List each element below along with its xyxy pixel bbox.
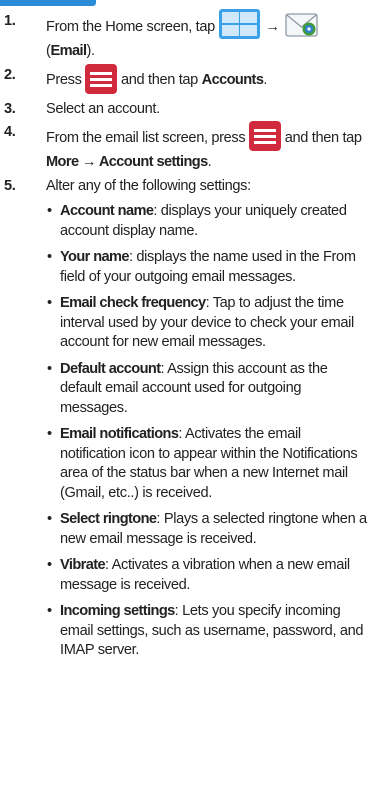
email-envelope-icon (285, 13, 318, 37)
settings-list: Account name: displays your uniquely cre… (46, 202, 369, 661)
list-item: Select ringtone: Plays a selected ringto… (46, 510, 369, 549)
apps-grid-icon (218, 9, 260, 39)
menu-key-icon (249, 121, 282, 151)
step-number: 1. (4, 13, 16, 29)
step-1: 1. From the Home screen, tap → (Email). (0, 9, 377, 62)
list-item: Your name: displays the name used in the… (46, 248, 369, 287)
step-2: 2. Press and then tap Accounts. (0, 63, 377, 96)
account-settings-label: More → Account settings (46, 154, 208, 170)
step-number: 2. (4, 66, 16, 83)
list-item: Account name: displays your uniquely cre… (46, 202, 369, 241)
list-item: Email notifications: Activates the email… (46, 425, 369, 503)
step-number: 5. (4, 177, 16, 194)
step-4: 4. From the email list screen, press and… (0, 121, 377, 173)
list-item: Default account: Assign this account as … (46, 360, 369, 419)
arrow-icon: → (265, 18, 280, 35)
step-number: 3. (4, 100, 16, 117)
email-label: Email (50, 43, 88, 59)
menu-key-icon (85, 63, 118, 94)
step-3: 3. Select an account. (0, 100, 377, 120)
accounts-label: Accounts (201, 72, 264, 89)
section-heading-fragment (0, 0, 96, 6)
step-number: 4. (4, 124, 16, 140)
list-item: Vibrate: Activates a vibration when a ne… (46, 556, 369, 595)
list-item: Email check frequency: Tap to adjust the… (46, 294, 369, 353)
instruction-steps: 1. From the Home screen, tap → (Email). … (0, 9, 377, 668)
list-item: Incoming settings: Lets you specify inco… (46, 602, 369, 661)
step-5: 5. Alter any of the following settings: … (0, 177, 377, 661)
